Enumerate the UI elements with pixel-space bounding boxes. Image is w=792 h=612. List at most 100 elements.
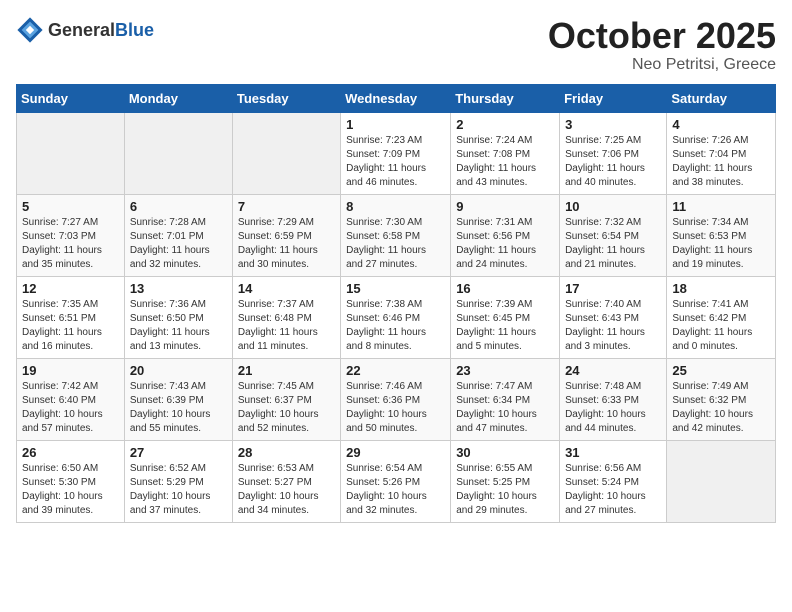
day-number: 24 — [565, 363, 661, 378]
day-of-week-header: Tuesday — [232, 84, 340, 112]
calendar-cell: 8 Sunrise: 7:30 AM Sunset: 6:58 PM Daylig… — [341, 194, 451, 276]
calendar-cell: 28 Sunrise: 6:53 AM Sunset: 5:27 PM Dayli… — [232, 440, 340, 522]
day-info: Sunrise: 7:27 AM Sunset: 7:03 PM Dayligh… — [22, 216, 119, 272]
calendar-cell: 10 Sunrise: 7:32 AM Sunset: 6:54 PM Dayli… — [560, 194, 667, 276]
calendar-subtitle: Neo Petritsi, Greece — [548, 56, 776, 74]
day-number: 5 — [22, 199, 119, 214]
day-number: 19 — [22, 363, 119, 378]
calendar-cell — [667, 440, 776, 522]
day-info: Sunrise: 7:28 AM Sunset: 7:01 PM Dayligh… — [130, 216, 227, 272]
day-of-week-header: Monday — [124, 84, 232, 112]
calendar-cell — [232, 112, 340, 194]
day-number: 14 — [238, 281, 335, 296]
day-info: Sunrise: 7:30 AM Sunset: 6:58 PM Dayligh… — [346, 216, 445, 272]
calendar-cell: 15 Sunrise: 7:38 AM Sunset: 6:46 PM Dayli… — [341, 276, 451, 358]
day-info: Sunrise: 7:34 AM Sunset: 6:53 PM Dayligh… — [672, 216, 770, 272]
calendar-week-row: 26Sunrise: 6:50 AM Sunset: 5:30 PM Dayli… — [17, 440, 776, 522]
calendar-cell: 11 Sunrise: 7:34 AM Sunset: 6:53 PM Dayli… — [667, 194, 776, 276]
calendar-cell: 4 Sunrise: 7:26 AM Sunset: 7:04 PM Daylig… — [667, 112, 776, 194]
day-info: Sunrise: 7:46 AM Sunset: 6:36 PM Dayligh… — [346, 380, 445, 436]
day-of-week-header: Thursday — [451, 84, 560, 112]
day-number: 30 — [456, 445, 554, 460]
calendar-cell: 24 Sunrise: 7:48 AM Sunset: 6:33 PM Dayli… — [560, 358, 667, 440]
day-number: 12 — [22, 281, 119, 296]
day-number: 3 — [565, 117, 661, 132]
calendar-cell: 14 Sunrise: 7:37 AM Sunset: 6:48 PM Dayli… — [232, 276, 340, 358]
calendar-cell — [17, 112, 125, 194]
day-number: 23 — [456, 363, 554, 378]
calendar-cell: 17Sunrise: 7:40 AM Sunset: 6:43 PM Dayli… — [560, 276, 667, 358]
day-number: 16 — [456, 281, 554, 296]
day-number: 21 — [238, 363, 335, 378]
calendar-cell: 22 Sunrise: 7:46 AM Sunset: 6:36 PM Dayli… — [341, 358, 451, 440]
day-number: 1 — [346, 117, 445, 132]
day-info: Sunrise: 7:43 AM Sunset: 6:39 PM Dayligh… — [130, 380, 227, 436]
day-number: 8 — [346, 199, 445, 214]
day-number: 11 — [672, 199, 770, 214]
day-info: Sunrise: 6:55 AM Sunset: 5:25 PM Dayligh… — [456, 462, 554, 518]
day-info: Sunrise: 7:31 AM Sunset: 6:56 PM Dayligh… — [456, 216, 554, 272]
day-info: Sunrise: 7:37 AM Sunset: 6:48 PM Dayligh… — [238, 298, 335, 354]
calendar-cell: 18 Sunrise: 7:41 AM Sunset: 6:42 PM Dayli… — [667, 276, 776, 358]
calendar-cell: 5 Sunrise: 7:27 AM Sunset: 7:03 PM Daylig… — [17, 194, 125, 276]
day-info: Sunrise: 7:45 AM Sunset: 6:37 PM Dayligh… — [238, 380, 335, 436]
day-info: Sunrise: 6:50 AM Sunset: 5:30 PM Dayligh… — [22, 462, 119, 518]
calendar-cell: 29 Sunrise: 6:54 AM Sunset: 5:26 PM Dayli… — [341, 440, 451, 522]
logo-icon — [16, 16, 44, 44]
day-number: 7 — [238, 199, 335, 214]
day-info: Sunrise: 6:53 AM Sunset: 5:27 PM Dayligh… — [238, 462, 335, 518]
calendar-cell: 7Sunrise: 7:29 AM Sunset: 6:59 PM Daylig… — [232, 194, 340, 276]
calendar-cell: 30 Sunrise: 6:55 AM Sunset: 5:25 PM Dayli… — [451, 440, 560, 522]
day-info: Sunrise: 6:56 AM Sunset: 5:24 PM Dayligh… — [565, 462, 661, 518]
calendar-cell: 25 Sunrise: 7:49 AM Sunset: 6:32 PM Dayli… — [667, 358, 776, 440]
calendar-cell: 20 Sunrise: 7:43 AM Sunset: 6:39 PM Dayli… — [124, 358, 232, 440]
calendar-cell: 12Sunrise: 7:35 AM Sunset: 6:51 PM Dayli… — [17, 276, 125, 358]
day-number: 2 — [456, 117, 554, 132]
logo: General Blue — [16, 16, 154, 44]
day-of-week-header: Saturday — [667, 84, 776, 112]
day-number: 20 — [130, 363, 227, 378]
day-info: Sunrise: 6:54 AM Sunset: 5:26 PM Dayligh… — [346, 462, 445, 518]
calendar-cell — [124, 112, 232, 194]
day-info: Sunrise: 7:26 AM Sunset: 7:04 PM Dayligh… — [672, 134, 770, 190]
logo-blue: Blue — [115, 20, 154, 41]
calendar-title: October 2025 — [548, 16, 776, 56]
calendar-week-row: 19 Sunrise: 7:42 AM Sunset: 6:40 PM Dayli… — [17, 358, 776, 440]
day-number: 4 — [672, 117, 770, 132]
day-info: Sunrise: 7:38 AM Sunset: 6:46 PM Dayligh… — [346, 298, 445, 354]
calendar-cell: 19 Sunrise: 7:42 AM Sunset: 6:40 PM Dayli… — [17, 358, 125, 440]
day-number: 10 — [565, 199, 661, 214]
day-number: 29 — [346, 445, 445, 460]
day-info: Sunrise: 7:47 AM Sunset: 6:34 PM Dayligh… — [456, 380, 554, 436]
day-info: Sunrise: 7:41 AM Sunset: 6:42 PM Dayligh… — [672, 298, 770, 354]
day-info: Sunrise: 7:42 AM Sunset: 6:40 PM Dayligh… — [22, 380, 119, 436]
day-of-week-header: Friday — [560, 84, 667, 112]
day-number: 9 — [456, 199, 554, 214]
day-info: Sunrise: 7:49 AM Sunset: 6:32 PM Dayligh… — [672, 380, 770, 436]
calendar-cell: 6 Sunrise: 7:28 AM Sunset: 7:01 PM Daylig… — [124, 194, 232, 276]
day-info: Sunrise: 7:32 AM Sunset: 6:54 PM Dayligh… — [565, 216, 661, 272]
calendar-cell: 1Sunrise: 7:23 AM Sunset: 7:09 PM Daylig… — [341, 112, 451, 194]
calendar-week-row: 1Sunrise: 7:23 AM Sunset: 7:09 PM Daylig… — [17, 112, 776, 194]
day-info: Sunrise: 6:52 AM Sunset: 5:29 PM Dayligh… — [130, 462, 227, 518]
day-of-week-header: Wednesday — [341, 84, 451, 112]
day-of-week-header: Sunday — [17, 84, 125, 112]
day-number: 15 — [346, 281, 445, 296]
day-info: Sunrise: 7:48 AM Sunset: 6:33 PM Dayligh… — [565, 380, 661, 436]
calendar-header-row: SundayMondayTuesdayWednesdayThursdayFrid… — [17, 84, 776, 112]
day-number: 27 — [130, 445, 227, 460]
day-info: Sunrise: 7:39 AM Sunset: 6:45 PM Dayligh… — [456, 298, 554, 354]
day-number: 17 — [565, 281, 661, 296]
calendar-cell: 2Sunrise: 7:24 AM Sunset: 7:08 PM Daylig… — [451, 112, 560, 194]
calendar-table: SundayMondayTuesdayWednesdayThursdayFrid… — [16, 84, 776, 523]
day-number: 22 — [346, 363, 445, 378]
day-info: Sunrise: 7:25 AM Sunset: 7:06 PM Dayligh… — [565, 134, 661, 190]
calendar-week-row: 5 Sunrise: 7:27 AM Sunset: 7:03 PM Daylig… — [17, 194, 776, 276]
day-number: 18 — [672, 281, 770, 296]
day-number: 28 — [238, 445, 335, 460]
logo-general: General — [48, 20, 115, 41]
day-number: 25 — [672, 363, 770, 378]
day-number: 6 — [130, 199, 227, 214]
calendar-cell: 13Sunrise: 7:36 AM Sunset: 6:50 PM Dayli… — [124, 276, 232, 358]
calendar-cell: 26Sunrise: 6:50 AM Sunset: 5:30 PM Dayli… — [17, 440, 125, 522]
